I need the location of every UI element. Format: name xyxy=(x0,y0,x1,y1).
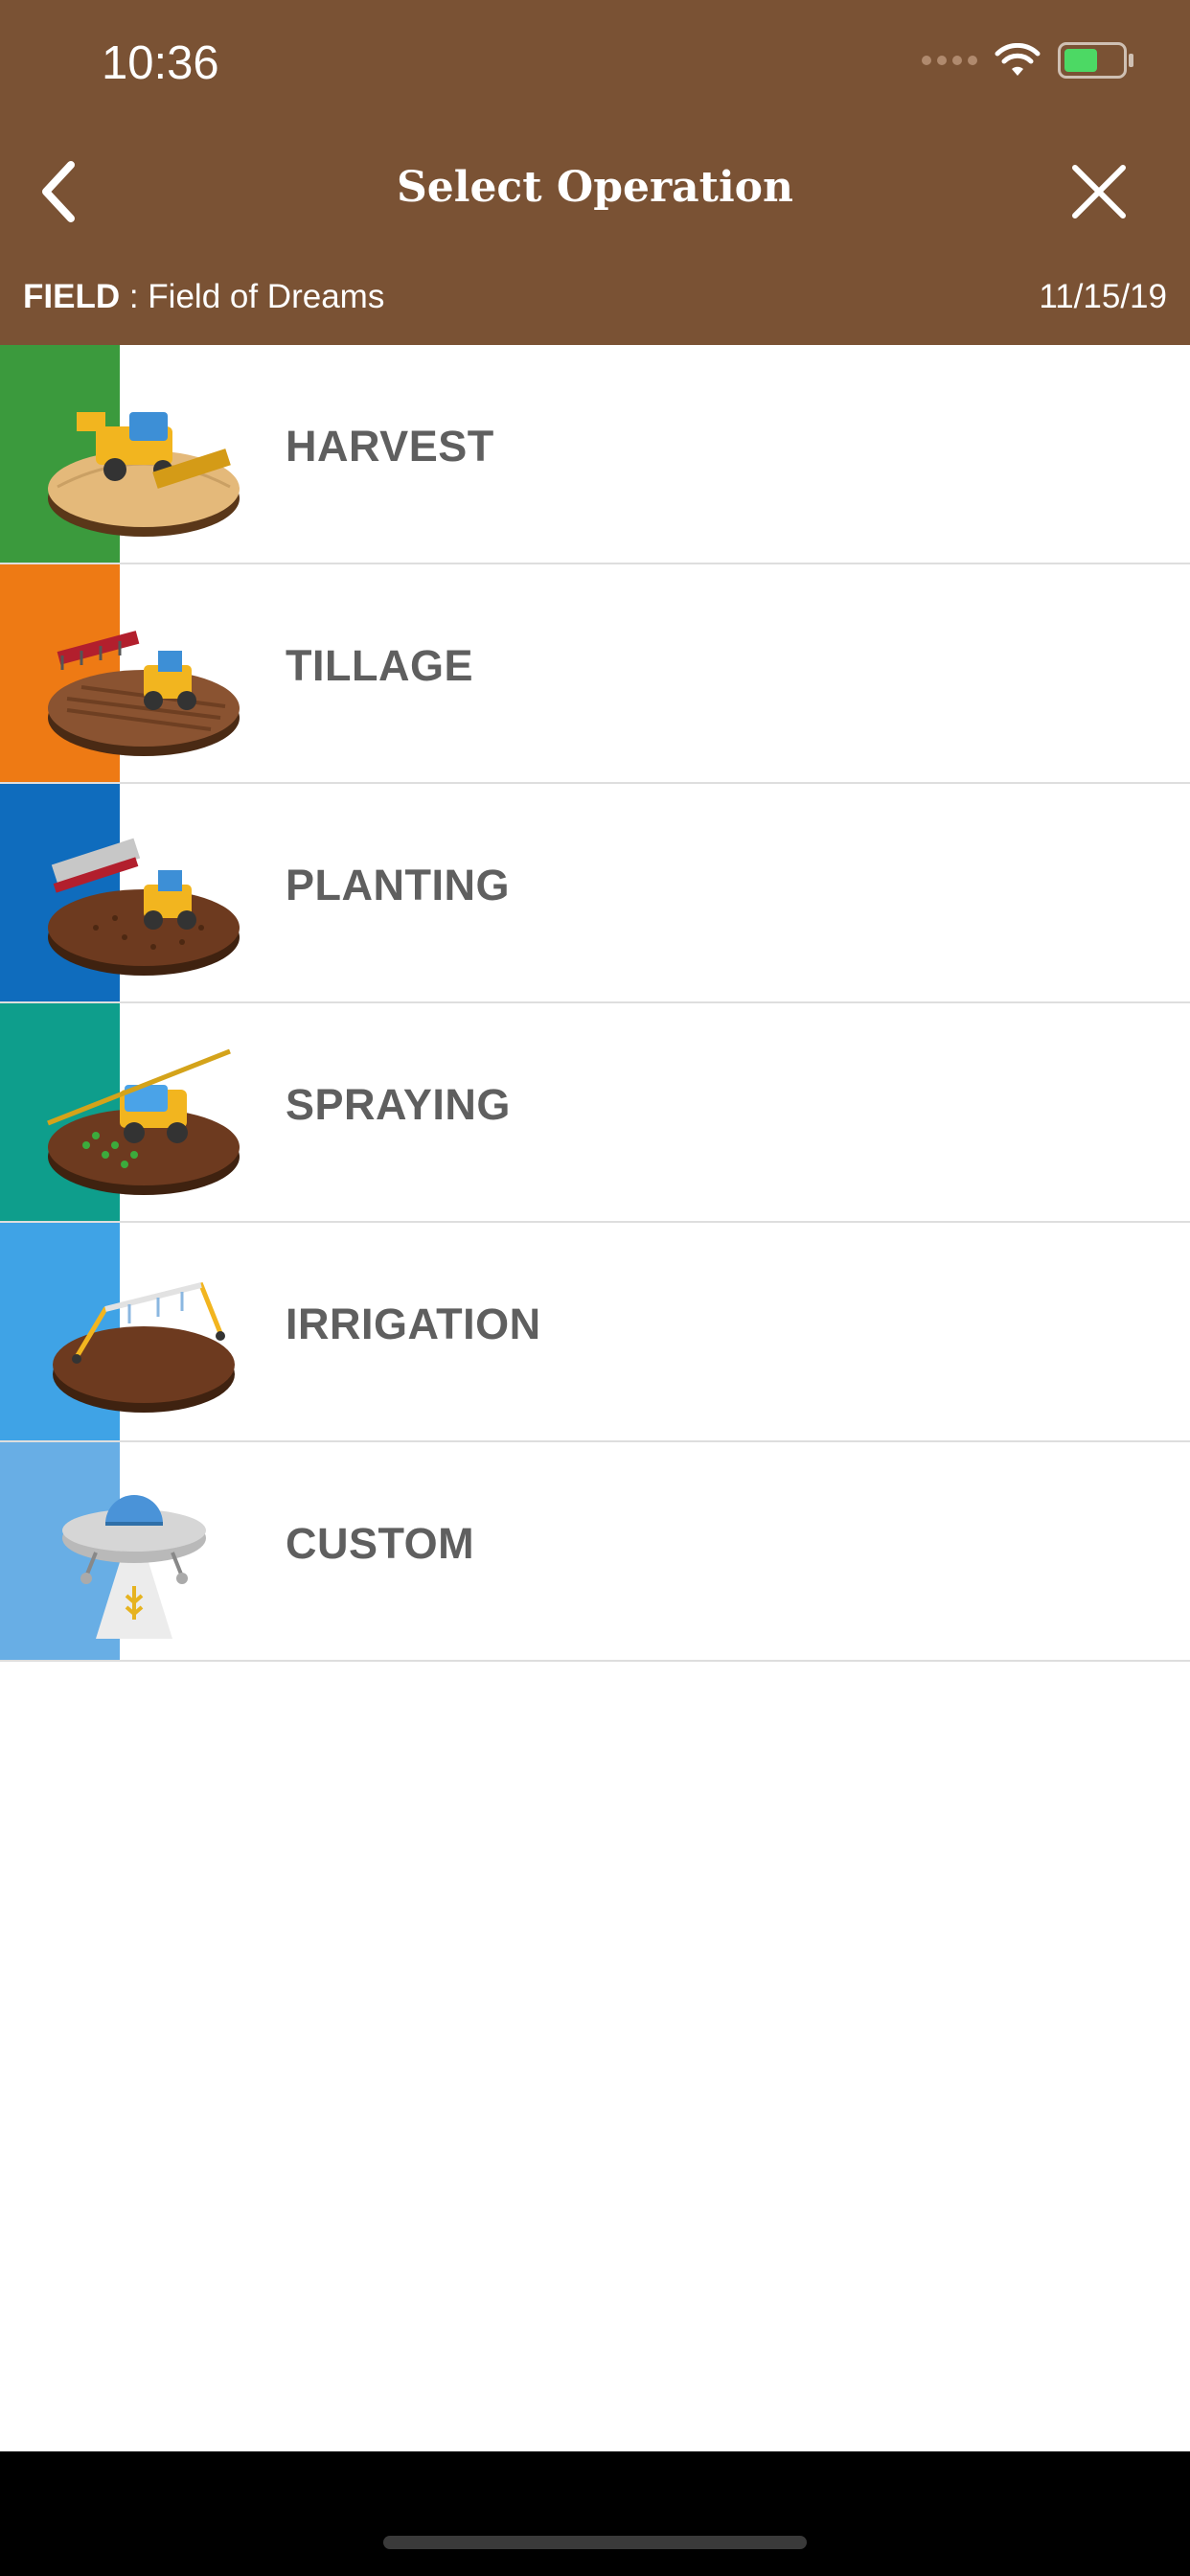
tillage-tractor-icon xyxy=(48,631,240,756)
irrigation-pivot-icon xyxy=(53,1282,235,1413)
operation-label: HARVEST xyxy=(286,422,494,471)
app-header: 10:36 Select Operation FIELD : Field of … xyxy=(0,0,1190,345)
signal-icon xyxy=(922,56,977,65)
field-label: FIELD xyxy=(23,278,121,315)
operation-list: HARVEST TILLAGE PLANTING SPRAYING IRRIGA… xyxy=(0,345,1190,1662)
battery-icon xyxy=(1058,42,1133,79)
operation-label: PLANTING xyxy=(286,861,510,909)
status-icons xyxy=(922,42,1133,79)
operation-label: CUSTOM xyxy=(286,1519,475,1568)
field-separator: : xyxy=(120,278,149,315)
operation-row-planting[interactable]: PLANTING xyxy=(0,784,1190,1003)
planting-seeder-icon xyxy=(48,838,240,976)
page-title: Select Operation xyxy=(396,163,794,212)
operation-label: TILLAGE xyxy=(286,641,473,690)
field-name: Field of Dreams xyxy=(148,278,385,315)
operation-row-harvest[interactable]: HARVEST xyxy=(0,345,1190,564)
field-info: FIELD : Field of Dreams xyxy=(23,278,384,316)
wifi-icon xyxy=(995,43,1041,76)
close-button[interactable] xyxy=(1065,158,1133,225)
harvest-combine-icon xyxy=(48,412,240,537)
status-time: 10:36 xyxy=(102,37,219,89)
spraying-sprayer-icon xyxy=(47,1048,240,1195)
operation-row-custom[interactable]: CUSTOM xyxy=(0,1442,1190,1662)
custom-ufo-icon xyxy=(62,1495,206,1639)
home-indicator[interactable] xyxy=(383,2536,807,2549)
operation-label: IRRIGATION xyxy=(286,1300,541,1348)
bottom-bar xyxy=(0,2451,1190,2576)
operation-row-tillage[interactable]: TILLAGE xyxy=(0,564,1190,784)
operation-row-spraying[interactable]: SPRAYING xyxy=(0,1003,1190,1223)
operation-row-irrigation[interactable]: IRRIGATION xyxy=(0,1223,1190,1442)
operation-date: 11/15/19 xyxy=(1039,278,1167,315)
operation-label: SPRAYING xyxy=(286,1080,511,1129)
